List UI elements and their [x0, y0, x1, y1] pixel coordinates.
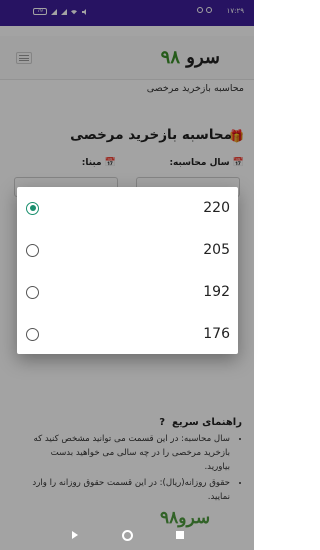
option-item[interactable]: 220: [17, 187, 238, 229]
base-options-dialog: 220 205 192 176: [17, 187, 238, 354]
recent-apps-icon[interactable]: [176, 531, 184, 539]
option-value: 205: [203, 242, 230, 258]
option-item[interactable]: 205: [17, 229, 238, 271]
back-icon[interactable]: [72, 531, 78, 539]
radio-icon[interactable]: [26, 243, 39, 257]
radio-selected-icon[interactable]: [26, 201, 39, 215]
radio-icon[interactable]: [26, 285, 39, 299]
system-nav-bar: [0, 522, 254, 550]
radio-icon[interactable]: [26, 327, 39, 341]
option-value: 192: [203, 284, 230, 300]
option-item[interactable]: 176: [17, 313, 238, 355]
home-icon[interactable]: [122, 530, 133, 541]
option-value: 176: [203, 326, 230, 342]
option-item[interactable]: 192: [17, 271, 238, 313]
option-value: 220: [203, 200, 230, 216]
